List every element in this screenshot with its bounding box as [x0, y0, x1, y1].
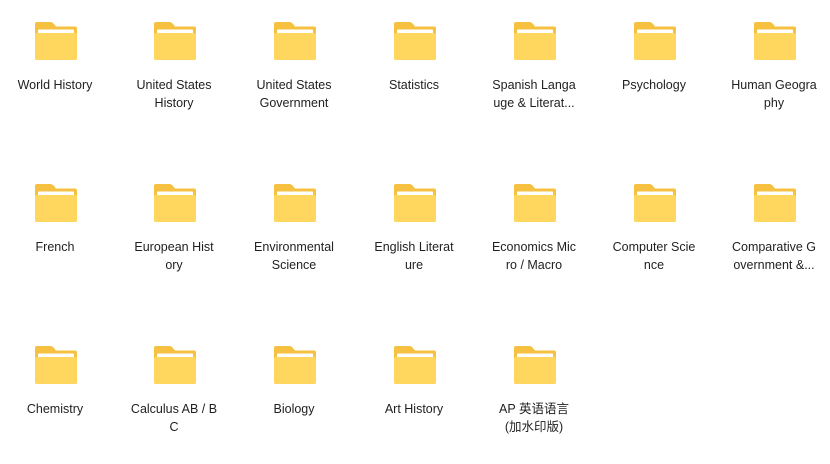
folder-icon: [33, 20, 79, 62]
folder-icon: [152, 182, 198, 224]
folder-item-human-geography[interactable]: Human Geogra phy: [719, 0, 829, 140]
folder-label: Environmental Science: [239, 238, 349, 274]
folder-icon: [392, 182, 438, 224]
folder-item-chemistry[interactable]: Chemistry: [0, 324, 110, 464]
folder-label-line1: Spanish Langa: [492, 78, 576, 92]
folder-label: European Hist ory: [119, 238, 229, 274]
folder-label: Human Geogra phy: [719, 76, 829, 112]
folder-icon: [512, 344, 558, 386]
folder-icon: [33, 344, 79, 386]
folder-icon: [272, 182, 318, 224]
folder-item-ap-english-language[interactable]: AP 英语语言 (加水印版): [479, 324, 589, 464]
folder-item-english-literature[interactable]: English Literat ure: [359, 162, 469, 302]
folder-label-line1: English Literat: [374, 240, 454, 254]
folder-label: English Literat ure: [359, 238, 469, 274]
folder-icon: [152, 344, 198, 386]
folder-label: Economics Mic ro / Macro: [479, 238, 589, 274]
folder-icon: [512, 182, 558, 224]
folder-label-line1: Statistics: [388, 78, 439, 92]
folder-item-art-history[interactable]: Art History: [359, 324, 469, 464]
folder-label-line1: Calculus AB / B: [130, 402, 218, 416]
folder-grid: World History United States History Unit…: [0, 0, 830, 448]
folder-label: Psychology: [599, 76, 709, 94]
folder-label: World History: [0, 76, 110, 94]
folder-label-line1: Art History: [384, 402, 444, 416]
folder-icon: [752, 20, 798, 62]
folder-label: Chemistry: [0, 400, 110, 418]
folder-label-line2: Science: [271, 258, 317, 272]
folder-label-line1: Psychology: [622, 78, 686, 92]
folder-item-spanish-language[interactable]: Spanish Langa uge & Literat...: [479, 0, 589, 140]
folder-label-line1: United States: [256, 78, 332, 92]
folder-label: Statistics: [359, 76, 469, 94]
folder-label-line1: Computer Scie: [612, 240, 696, 254]
folder-label-line1: Biology: [273, 402, 315, 416]
folder-label-line2: C: [169, 420, 179, 434]
folder-label: Comparative G overnment &...: [719, 238, 829, 274]
folder-icon: [752, 182, 798, 224]
folder-label-line1: French: [35, 240, 75, 254]
folder-item-computer-science[interactable]: Computer Scie nce: [599, 162, 709, 302]
folder-label-line2: overnment &...: [733, 258, 815, 272]
folder-item-french[interactable]: French: [0, 162, 110, 302]
folder-icon: [272, 344, 318, 386]
folder-label: AP 英语语言 (加水印版): [479, 400, 589, 436]
folder-item-comparative-government[interactable]: Comparative G overnment &...: [719, 162, 829, 302]
folder-label-line1: Environmental: [254, 240, 334, 254]
folder-label: United States History: [119, 76, 229, 112]
folder-icon: [632, 20, 678, 62]
folder-item-united-states-history[interactable]: United States History: [119, 0, 229, 140]
folder-label-line1: Chemistry: [26, 402, 84, 416]
folder-label-line1: World History: [17, 78, 93, 92]
folder-item-calculus[interactable]: Calculus AB / B C: [119, 324, 229, 464]
folder-label: French: [0, 238, 110, 256]
folder-icon: [33, 182, 79, 224]
folder-label: Calculus AB / B C: [119, 400, 229, 436]
folder-label-line2: Government: [259, 96, 329, 110]
folder-label-line1: European Hist: [134, 240, 214, 254]
folder-label-line2: nce: [643, 258, 665, 272]
folder-icon: [392, 20, 438, 62]
folder-label-line1: AP 英语语言: [499, 402, 569, 416]
folder-label: Spanish Langa uge & Literat...: [479, 76, 589, 112]
folder-label-line2: (加水印版): [504, 420, 564, 434]
folder-label-line1: Economics Mic: [491, 240, 577, 254]
folder-label-line2: ure: [404, 258, 424, 272]
folder-item-european-history[interactable]: European Hist ory: [119, 162, 229, 302]
folder-icon: [152, 20, 198, 62]
folder-label-line1: Human Geogra: [731, 78, 817, 92]
folder-label-line1: Comparative G: [731, 240, 817, 254]
folder-item-biology[interactable]: Biology: [239, 324, 349, 464]
folder-item-united-states-government[interactable]: United States Government: [239, 0, 349, 140]
folder-label-line2: History: [154, 96, 194, 110]
folder-label-line2: ro / Macro: [505, 258, 563, 272]
folder-item-statistics[interactable]: Statistics: [359, 0, 469, 140]
folder-icon: [512, 20, 558, 62]
folder-label: Computer Scie nce: [599, 238, 709, 274]
folder-label: Art History: [359, 400, 469, 418]
folder-item-environmental-science[interactable]: Environmental Science: [239, 162, 349, 302]
folder-label: United States Government: [239, 76, 349, 112]
folder-icon: [632, 182, 678, 224]
folder-label: Biology: [239, 400, 349, 418]
folder-item-world-history[interactable]: World History: [0, 0, 110, 140]
folder-label-line1: United States: [136, 78, 212, 92]
folder-icon: [272, 20, 318, 62]
folder-label-line2: ory: [165, 258, 183, 272]
folder-label-line2: phy: [763, 96, 785, 110]
folder-item-psychology[interactable]: Psychology: [599, 0, 709, 140]
folder-icon: [392, 344, 438, 386]
folder-item-economics[interactable]: Economics Mic ro / Macro: [479, 162, 589, 302]
folder-label-line2: uge & Literat...: [493, 96, 575, 110]
